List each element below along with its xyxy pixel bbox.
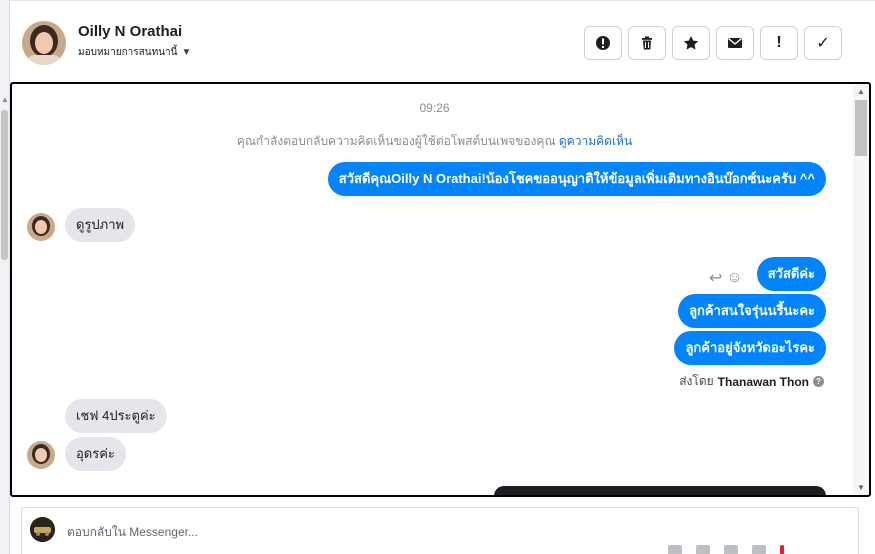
caret-down-icon: ▼ xyxy=(181,47,192,58)
outgoing-message[interactable]: สวัสดีค่ะ xyxy=(756,257,826,291)
scroll-down-arrow-icon[interactable]: ▼ xyxy=(857,483,865,492)
message-timestamp: 09:26 xyxy=(419,101,450,115)
conversation-actions: ! ✓ xyxy=(584,26,842,60)
scroll-up-arrow-icon[interactable]: ▲ xyxy=(1,95,9,104)
sender-name: Thanawan Thon xyxy=(717,374,809,389)
assign-label: มอบหมายการสนทนานี้ xyxy=(78,47,178,58)
emoji-icon[interactable] xyxy=(696,545,710,554)
conversation-header: Oilly N Orathai มอบหมายการสนทนานี้ ▼ ! ✓ xyxy=(10,0,875,82)
alert-circle-icon xyxy=(596,36,610,50)
incoming-message[interactable]: อุดรค่ะ xyxy=(65,437,126,471)
tag-icon[interactable] xyxy=(780,545,784,554)
incoming-message[interactable]: ดูรูปภาพ xyxy=(65,208,136,242)
partial-message-bubble[interactable] xyxy=(494,486,826,495)
message-thread[interactable]: 09:26 คุณกำลังตอบกลับความคิดเห็นของผู้ใช… xyxy=(10,82,871,497)
envelope-icon xyxy=(728,37,742,48)
thread-scrollbar[interactable]: ▲ ▼ xyxy=(853,84,869,495)
contact-avatar-small[interactable] xyxy=(27,441,55,469)
contact-avatar-small[interactable] xyxy=(27,213,55,241)
reply-input-placeholder[interactable]: ตอบกลับใน Messenger... xyxy=(67,523,198,542)
star-button[interactable] xyxy=(672,26,710,60)
reply-arrow-icon[interactable]: ↩ xyxy=(709,268,722,288)
scrollbar-thumb[interactable] xyxy=(1,110,8,260)
assign-conversation-dropdown[interactable]: มอบหมายการสนทนานี้ ▼ xyxy=(78,45,191,60)
delete-button[interactable] xyxy=(628,26,666,60)
sent-by-label: ส่งโดย Thanawan Thon ? xyxy=(679,372,824,391)
scroll-up-arrow-icon[interactable]: ▲ xyxy=(857,87,865,96)
message-hover-tools: ↩ ☺ xyxy=(709,268,743,288)
gif-icon[interactable] xyxy=(752,545,766,554)
mark-done-button[interactable]: ✓ xyxy=(804,26,842,60)
attachment-icon[interactable] xyxy=(668,545,682,554)
outgoing-message[interactable]: ลูกค้าสนใจรุ่นนรี้นะคะ xyxy=(678,294,826,328)
incoming-message[interactable]: เชฟ 4ประตูค่ะ xyxy=(65,399,167,433)
comment-reply-notice: คุณกำลังตอบกลับความคิดเห็นของผู้ใช้ต่อโพ… xyxy=(12,132,857,151)
contact-name: Oilly N Orathai xyxy=(78,23,183,40)
view-comment-link[interactable]: ดูความคิดเห็น xyxy=(559,134,632,148)
image-icon[interactable] xyxy=(724,545,738,554)
outgoing-message[interactable]: ลูกค้าอยู่จังหวัดอะไรคะ xyxy=(674,331,826,365)
follow-up-button[interactable]: ! xyxy=(760,26,798,60)
exclamation-icon: ! xyxy=(776,34,782,51)
inbox-conversation-panel: ▲ Oilly N Orathai มอบหมายการสนทนานี้ ▼ !… xyxy=(0,0,875,554)
contact-avatar[interactable] xyxy=(22,21,66,65)
page-avatar xyxy=(30,517,55,542)
outgoing-message[interactable]: สวัสดีคุณOilly N Orathai!น้องโชคขออนุญาต… xyxy=(327,162,826,196)
mark-spam-button[interactable] xyxy=(584,26,622,60)
notice-text: คุณกำลังตอบกลับความคิดเห็นของผู้ใช้ต่อโพ… xyxy=(236,134,556,148)
info-icon[interactable]: ? xyxy=(813,376,824,387)
scrollbar-thumb[interactable] xyxy=(855,100,867,156)
left-scrollbar[interactable]: ▲ xyxy=(0,0,10,554)
sent-by-prefix: ส่งโดย xyxy=(679,374,714,388)
star-icon xyxy=(683,36,699,50)
composer-toolbar xyxy=(668,545,784,554)
trash-icon xyxy=(642,36,652,50)
check-icon: ✓ xyxy=(816,35,830,52)
emoji-reaction-icon[interactable]: ☺ xyxy=(726,269,742,287)
mark-unread-button[interactable] xyxy=(716,26,754,60)
